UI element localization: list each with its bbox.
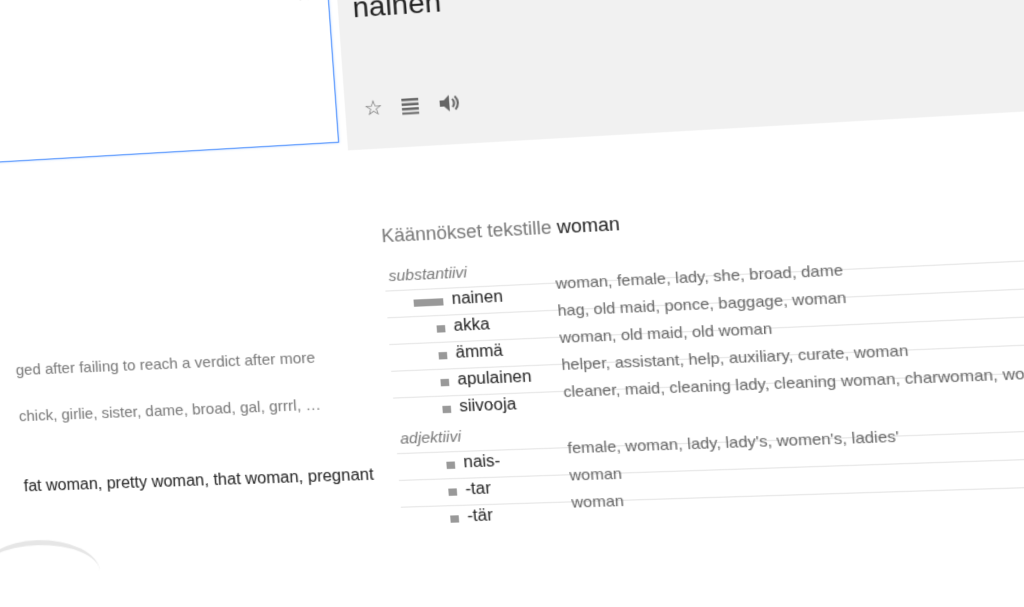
translation-word[interactable]: -tar (465, 480, 492, 499)
list-icon[interactable] (399, 94, 424, 118)
frequency-bar (413, 298, 444, 307)
reverse-translations: woman (570, 492, 625, 512)
translation-word[interactable]: nainen (451, 288, 503, 309)
frequency-bar (440, 378, 450, 387)
speaker-icon[interactable] (437, 92, 462, 116)
frequency-bar (446, 461, 456, 470)
clear-button[interactable]: × (296, 0, 311, 8)
source-text-input[interactable]: × (0, 0, 340, 165)
dictionary-phrases: fat woman, pretty woman, that woman, pre… (23, 466, 375, 496)
dictionary-synonyms: chick, girlie, sister, dame, broad, gal,… (18, 396, 322, 426)
translation-word[interactable]: -tär (467, 507, 494, 526)
section-label: adjektiivi (399, 428, 462, 448)
frequency-bar (448, 488, 458, 496)
translations-title: Käännökset tekstille woman (381, 213, 621, 247)
section-label: substantiivi (387, 263, 468, 286)
translation-word[interactable]: apulainen (457, 368, 532, 390)
frequency-bar (438, 351, 448, 360)
star-icon[interactable]: ☆ (361, 97, 386, 121)
reverse-translations: woman (568, 465, 623, 485)
translation-output-pane: nainen ☆ (334, 0, 1024, 151)
reverse-translations: woman, female, lady, she, broad, dame (555, 261, 844, 293)
translation-word[interactable]: ämmä (455, 342, 504, 363)
frequency-bar (450, 515, 460, 523)
translations-title-prefix: Käännökset tekstille (380, 217, 553, 247)
reverse-translations: female, woman, lady, lady's, women's, la… (566, 427, 900, 458)
translations-title-word: woman (556, 213, 621, 238)
translation-word[interactable]: akka (453, 316, 490, 336)
translate-scene: × nainen ☆ ged after faili (0, 0, 1024, 607)
frequency-bar (436, 325, 446, 333)
translated-word: nainen (351, 0, 443, 24)
decorative-swoosh (0, 538, 103, 607)
translation-word[interactable]: siivooja (459, 396, 517, 417)
translation-word[interactable]: nais- (463, 453, 501, 473)
dictionary-example-1: ged after failing to reach a verdict aft… (15, 349, 316, 380)
frequency-bar (442, 405, 452, 414)
output-toolbar: ☆ (361, 92, 462, 121)
